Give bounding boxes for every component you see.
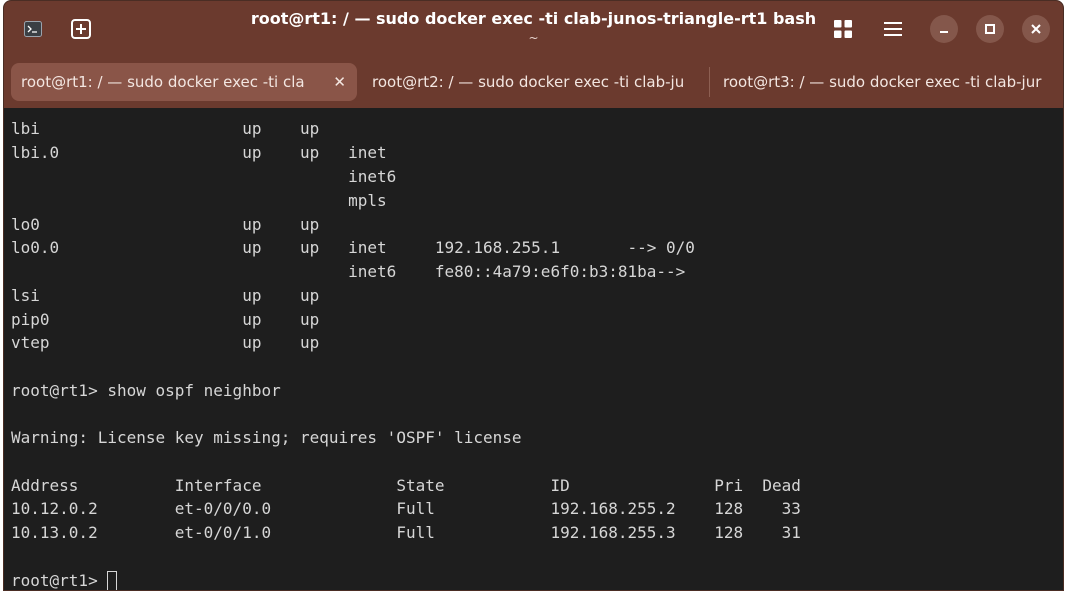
menu-icon[interactable] [876, 12, 910, 46]
prompt-line[interactable]: root@rt1> [11, 569, 118, 590]
tab-divider [709, 67, 710, 97]
tab-bar: root@rt1: / — sudo docker exec -ti cla ✕… [4, 59, 1063, 105]
terminal-window: root@rt1: / — sudo docker exec -ti clab-… [3, 0, 1064, 591]
terminal-line: 10.12.0.2 et-0/0/0.0 Full 192.168.255.2 … [11, 499, 801, 518]
tab-rt3[interactable]: root@rt3: / — sudo docker exec -ti clab-… [715, 63, 1055, 101]
terminal-line: vtep up up [11, 333, 320, 352]
terminal-line: inet6 fe80::4a79:e6f0:b3:81ba--> [11, 262, 686, 281]
terminal-line: Address Interface State ID Pri Dead [11, 476, 801, 495]
tab-close-icon[interactable]: ✕ [333, 73, 346, 91]
prompt-text: root@rt1> [11, 571, 108, 590]
terminal-line: inet6 [11, 167, 397, 186]
terminal-line: root@rt1> show ospf neighbor [11, 381, 281, 400]
terminal-line: lsi up up [11, 286, 320, 305]
titlebar: root@rt1: / — sudo docker exec -ti clab-… [4, 1, 1063, 108]
minimize-icon[interactable] [930, 15, 958, 43]
terminal-line: Warning: License key missing; requires '… [11, 428, 522, 447]
maximize-icon[interactable] [976, 15, 1004, 43]
tab-rt1[interactable]: root@rt1: / — sudo docker exec -ti cla ✕ [11, 63, 357, 101]
tab-rt2[interactable]: root@rt2: / — sudo docker exec -ti clab-… [364, 63, 694, 101]
terminal-line: lbi up up [11, 119, 320, 138]
terminal-line: lbi.0 up up inet [11, 143, 387, 162]
terminal-line: 10.13.0.2 et-0/0/1.0 Full 192.168.255.3 … [11, 523, 801, 542]
tab-label: root@rt1: / — sudo docker exec -ti cla [21, 73, 305, 91]
tab-label: root@rt2: / — sudo docker exec -ti clab-… [372, 73, 685, 91]
grid-view-icon[interactable] [826, 12, 860, 46]
close-icon[interactable] [1022, 15, 1050, 43]
terminal-line: pip0 up up [11, 310, 320, 329]
terminal-line: mpls [11, 191, 387, 210]
tab-label: root@rt3: / — sudo docker exec -ti clab-… [723, 73, 1042, 91]
text-cursor [107, 570, 118, 590]
terminal-line: lo0 up up [11, 215, 320, 234]
terminal-output[interactable]: lbi up up lbi.0 up up inet inet6 mpls lo… [4, 108, 1063, 590]
terminal-line: lo0.0 up up inet 192.168.255.1 --> 0/0 [11, 238, 695, 257]
